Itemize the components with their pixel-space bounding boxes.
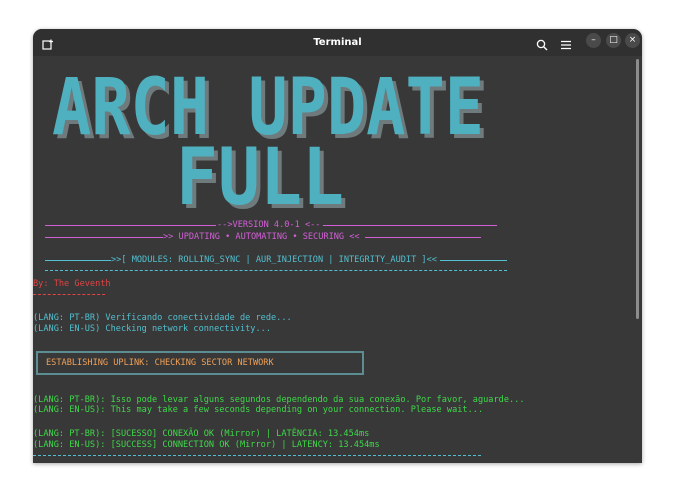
- minimize-button[interactable]: –: [586, 33, 601, 48]
- uplink-text: ESTABLISHING UPLINK: CHECKING SECTOR NET…: [46, 358, 274, 368]
- success-message-pt: (LANG: PT-BR): [SUCESSO] CONEXÃO OK (Mir…: [33, 429, 370, 439]
- divider: [33, 294, 105, 295]
- divider: [45, 225, 216, 226]
- divider: [365, 237, 481, 238]
- version-text: -->VERSION 4.0-1 <--: [217, 220, 321, 230]
- divider: [45, 260, 111, 261]
- conn-check-en: (LANG: EN-US) Checking network connectiv…: [33, 324, 271, 334]
- divider: [440, 260, 507, 261]
- window-title: Terminal: [313, 37, 362, 48]
- search-icon[interactable]: [536, 36, 548, 55]
- terminal-window: Terminal – □ × ARCH UPDATE ARCH UPDATE F…: [33, 29, 642, 463]
- wait-message-en: (LANG: EN-US): This may take a few secon…: [33, 405, 484, 415]
- divider: [45, 237, 163, 238]
- tagline-text: >> UPDATING • AUTOMATING • SECURING <<: [163, 232, 360, 242]
- ascii-banner: ARCH UPDATE ARCH UPDATE FULL FULL: [52, 65, 488, 215]
- divider: [45, 270, 507, 271]
- divider: [323, 225, 497, 226]
- divider: [33, 455, 481, 456]
- wait-message-pt: (LANG: PT-BR): Isso pode levar alguns se…: [33, 395, 525, 405]
- conn-check-pt: (LANG: PT-BR) Verificando conectividade …: [33, 313, 292, 323]
- banner-line2: FULL: [176, 133, 344, 215]
- success-message-en: (LANG: EN-US): [SUCCESS] CONNECTION OK (…: [33, 440, 380, 450]
- uplink-box: ESTABLISHING UPLINK: CHECKING SECTOR NET…: [36, 351, 364, 375]
- modules-text: >>[ MODULES: ROLLING_SYNC | AUR_INJECTIO…: [111, 255, 437, 265]
- maximize-button[interactable]: □: [606, 33, 621, 48]
- title-bar: Terminal – □ ×: [33, 29, 642, 56]
- scrollbar[interactable]: [636, 59, 639, 319]
- author-text: By: The Geventh: [33, 279, 111, 289]
- hamburger-menu-icon[interactable]: [560, 36, 572, 55]
- close-button[interactable]: ×: [625, 33, 640, 48]
